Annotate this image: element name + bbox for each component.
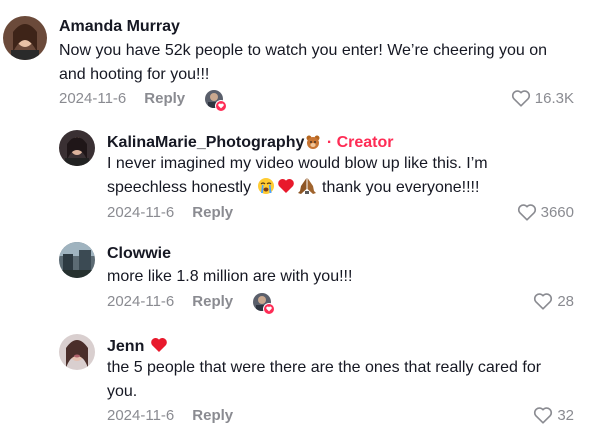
liked-by-creator-badge	[205, 90, 228, 112]
reply-button[interactable]: Reply	[192, 292, 233, 312]
comment-meta: 2024-11-6 Reply	[59, 89, 228, 112]
comment-reply-item: Clowwie more like 1.8 million are with y…	[0, 236, 591, 326]
reply-button[interactable]: Reply	[144, 89, 185, 109]
reply-button[interactable]: Reply	[192, 203, 233, 223]
like-button[interactable]: 3660	[517, 203, 574, 221]
comment-meta: 2024-11-6 Reply	[107, 406, 233, 426]
avatar[interactable]	[59, 130, 95, 166]
like-button[interactable]: 16.3K	[511, 89, 574, 107]
comment-meta: 2024-11-6 Reply	[107, 203, 233, 223]
comment-reply-item: KalinaMarie_Photography · Creator I neve…	[0, 125, 591, 225]
heart-icon	[215, 100, 228, 112]
reply-button[interactable]: Reply	[192, 406, 233, 426]
like-count: 28	[557, 292, 574, 310]
comment-item: Amanda Murray Now you have 52k people to…	[0, 0, 591, 120]
username[interactable]: Clowwie	[107, 244, 171, 264]
like-count: 3660	[540, 203, 574, 221]
comment-date: 2024-11-6	[107, 293, 175, 310]
avatar[interactable]	[59, 334, 95, 370]
comment-text: I never imagined my video would blow up …	[107, 152, 547, 203]
comment-reply-item: Jenn the 5 people that were there are th…	[0, 326, 591, 441]
heart-icon	[263, 303, 276, 315]
avatar[interactable]	[59, 242, 95, 278]
like-count: 16.3K	[534, 89, 574, 107]
comment-date: 2024-11-6	[107, 407, 175, 424]
heart-outline-icon	[517, 204, 536, 221]
like-count: 32	[557, 406, 574, 424]
liked-by-creator-badge	[253, 293, 276, 315]
heart-outline-icon	[511, 90, 530, 107]
comment-text: Now you have 52k people to watch you ent…	[59, 42, 547, 83]
red-heart-icon	[277, 177, 295, 203]
crying-face-icon	[257, 177, 275, 203]
heart-outline-icon	[534, 293, 553, 310]
comment-date: 2024-11-6	[59, 90, 127, 107]
creator-label: · Creator	[326, 134, 394, 151]
comment-text: more like 1.8 million are with you!!!	[107, 268, 353, 285]
avatar[interactable]	[3, 16, 47, 60]
username[interactable]: Amanda Murray	[59, 17, 180, 37]
like-button[interactable]: 28	[533, 292, 574, 310]
praying-hands-icon	[297, 177, 317, 203]
comment-text: the 5 people that were there are the one…	[107, 359, 542, 400]
heart-outline-icon	[534, 407, 553, 424]
like-button[interactable]: 32	[533, 406, 574, 424]
comment-date: 2024-11-6	[107, 204, 175, 221]
comment-meta: 2024-11-6 Reply	[107, 292, 276, 315]
